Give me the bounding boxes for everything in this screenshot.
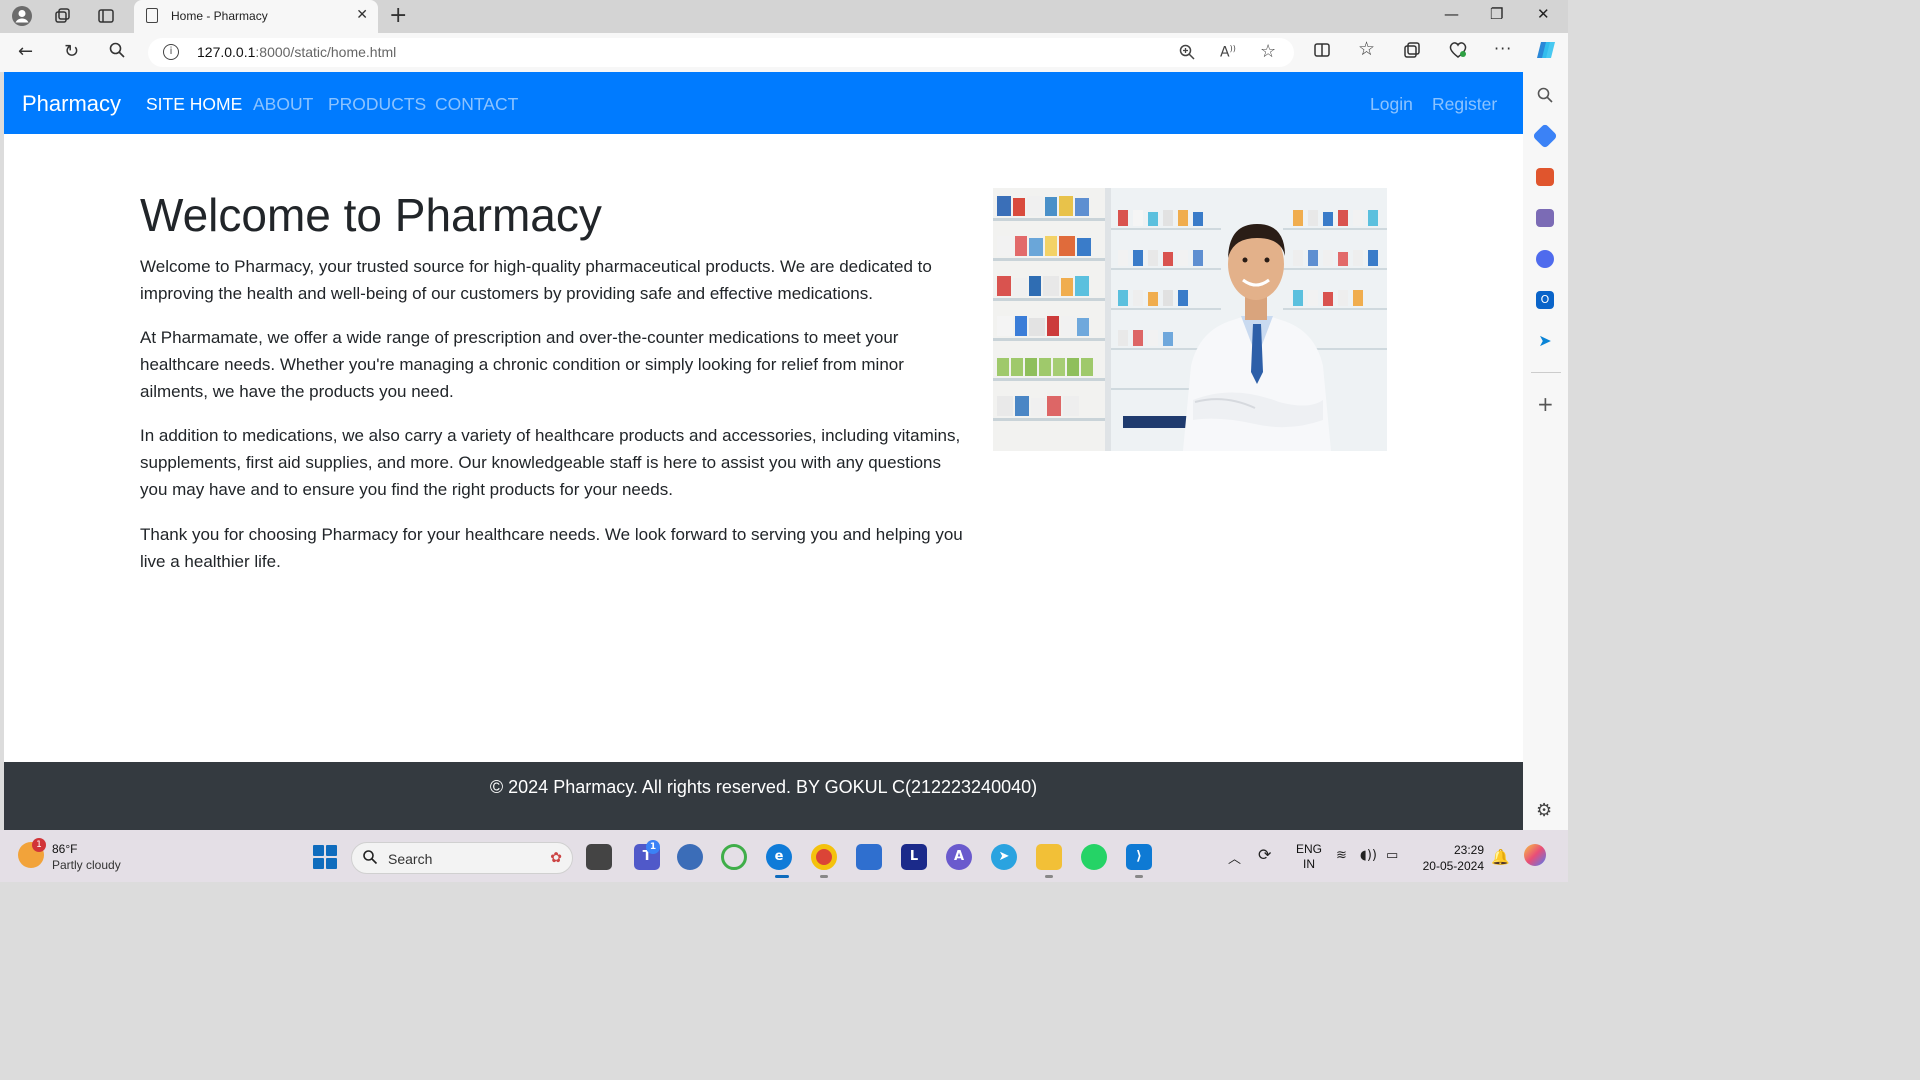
telegram-icon[interactable]: ➤: [991, 844, 1017, 870]
search-icon[interactable]: [108, 41, 126, 64]
region-code: IN: [1303, 857, 1315, 871]
address-bar[interactable]: i 127.0.0.1:8000/static/home.html A)) ☆: [148, 38, 1294, 67]
new-tab-icon[interactable]: +: [389, 3, 407, 28]
nav-link-about[interactable]: ABOUT: [253, 94, 313, 115]
explorer-running-indicator: [1045, 875, 1053, 878]
search-highlight-icon: ✿: [550, 850, 562, 866]
workspaces-icon[interactable]: [51, 5, 75, 27]
url-text[interactable]: 127.0.0.1:8000/static/home.html: [197, 44, 396, 60]
sidebar-settings-icon[interactable]: ⚙: [1536, 800, 1552, 821]
browser-essentials-icon[interactable]: [1448, 41, 1468, 63]
notification-bell-icon[interactable]: 🔔: [1491, 848, 1510, 866]
windows-logo-pane: [326, 858, 337, 869]
taskbar-search-placeholder: Search: [388, 851, 433, 867]
collections-icon[interactable]: [1403, 41, 1421, 63]
teams-badge: 1: [646, 840, 660, 854]
favorite-star-icon[interactable]: ☆: [1260, 41, 1276, 62]
battery-icon[interactable]: ▭: [1386, 848, 1398, 863]
clock[interactable]: 23:29 20-05-2024: [1418, 842, 1484, 874]
weather-temperature: 86°F: [52, 842, 78, 856]
windows-logo-pane: [313, 858, 324, 869]
windows-logo-pane: [313, 845, 324, 856]
start-button[interactable]: [313, 845, 337, 869]
microsoft-365-icon[interactable]: [1536, 250, 1554, 268]
edge-active-indicator: [775, 875, 789, 878]
page-icon: [146, 8, 158, 23]
split-screen-icon[interactable]: [1313, 41, 1331, 63]
sidebar-search-icon[interactable]: [1536, 86, 1554, 104]
nav-link-products[interactable]: PRODUCTS: [328, 94, 426, 115]
globe-app-icon[interactable]: [677, 844, 703, 870]
language-code: ENG: [1296, 842, 1323, 856]
clock-time: 23:29: [1453, 843, 1484, 857]
pharmacist-photo: [993, 188, 1387, 451]
wifi-icon[interactable]: ≋: [1336, 848, 1347, 863]
outlook-icon[interactable]: O: [1536, 291, 1554, 309]
whatsapp-icon[interactable]: [1081, 844, 1107, 870]
weather-notification-badge: 1: [32, 838, 46, 852]
page-viewport: Pharmacy SITE HOME ABOUT PRODUCTS CONTAC…: [4, 72, 1523, 830]
edge-sidebar: O ➤ + ⚙: [1523, 72, 1568, 830]
vertical-tabs-icon[interactable]: [94, 5, 118, 27]
windows-logo-pane: [326, 845, 337, 856]
clock-date: 20-05-2024: [1422, 859, 1484, 873]
register-link[interactable]: Register: [1432, 94, 1497, 115]
site-info-icon[interactable]: i: [163, 44, 179, 60]
file-explorer-icon[interactable]: [1036, 844, 1062, 870]
tab-home-pharmacy[interactable]: Home - Pharmacy ✕: [134, 0, 378, 33]
vscode-icon[interactable]: ⟩: [1126, 844, 1152, 870]
task-view-icon[interactable]: [586, 844, 612, 870]
intro-paragraph: Welcome to Pharmacy, your trusted source…: [140, 257, 932, 303]
thank-you-paragraph: Thank you for choosing Pharmacy for your…: [140, 525, 963, 571]
games-icon[interactable]: [1536, 209, 1554, 227]
vscode-running-indicator: [1135, 875, 1143, 878]
restore-icon[interactable]: ❐: [1490, 5, 1503, 23]
more-options-icon[interactable]: ···: [1494, 39, 1512, 58]
profile-icon[interactable]: [10, 5, 34, 27]
taskbar-search[interactable]: Search ✿: [351, 842, 573, 874]
arc-app-icon[interactable]: A: [946, 844, 972, 870]
sync-app-icon[interactable]: [721, 844, 747, 870]
sidebar-divider: [1531, 372, 1561, 373]
nav-link-contact[interactable]: CONTACT: [435, 94, 518, 115]
windows-taskbar: 1 86°F Partly cloudy Search ✿ T 1 e L A …: [0, 830, 1568, 882]
medications-paragraph: At Pharmamate, we offer a wide range of …: [140, 328, 904, 401]
weather-condition: Partly cloudy: [52, 858, 121, 872]
minimize-icon[interactable]: —: [1444, 5, 1459, 23]
tools-briefcase-icon[interactable]: [1536, 168, 1554, 186]
volume-icon[interactable]: ◖)): [1360, 848, 1377, 863]
input-language[interactable]: ENG IN: [1296, 842, 1322, 872]
zoom-icon[interactable]: [1178, 43, 1196, 65]
read-aloud-icon[interactable]: A)): [1220, 44, 1236, 61]
tab-title: Home - Pharmacy: [171, 9, 268, 23]
page-title: Welcome to Pharmacy: [140, 189, 602, 241]
footer-copyright: © 2024 Pharmacy. All rights reserved. BY…: [489, 777, 1038, 797]
copilot-icon[interactable]: [1535, 39, 1557, 65]
taskbar-search-icon: [362, 849, 378, 869]
favorites-icon[interactable]: ☆: [1358, 38, 1375, 60]
site-navbar: Pharmacy SITE HOME ABOUT PRODUCTS CONTAC…: [4, 72, 1523, 134]
chrome-icon[interactable]: [811, 844, 837, 870]
login-link[interactable]: Login: [1370, 94, 1413, 115]
nav-link-site-home[interactable]: SITE HOME: [146, 94, 242, 115]
add-sidebar-app-icon[interactable]: +: [1537, 392, 1554, 416]
send-icon[interactable]: ➤: [1536, 332, 1554, 350]
sync-tray-icon[interactable]: ⟳: [1258, 845, 1271, 864]
microsoft-store-icon[interactable]: [856, 844, 882, 870]
close-tab-icon[interactable]: ✕: [356, 7, 368, 23]
window-close-icon[interactable]: ✕: [1537, 5, 1550, 23]
show-hidden-icons-chevron[interactable]: ︿: [1228, 848, 1241, 867]
chrome-running-indicator: [820, 875, 828, 878]
refresh-icon[interactable]: ↻: [64, 41, 79, 62]
navbar-brand[interactable]: Pharmacy: [22, 91, 121, 117]
address-toolbar: ← ↻ i 127.0.0.1:8000/static/home.html A)…: [0, 33, 1568, 72]
l-app-icon[interactable]: L: [901, 844, 927, 870]
products-paragraph: In addition to medications, we also carr…: [140, 426, 961, 499]
copilot-taskbar-icon[interactable]: [1524, 844, 1546, 866]
browser-tab-bar: Home - Pharmacy ✕ + — ❐ ✕: [0, 0, 1568, 33]
back-icon[interactable]: ←: [18, 41, 33, 62]
site-footer: © 2024 Pharmacy. All rights reserved. BY…: [4, 762, 1523, 830]
shopping-tag-icon[interactable]: [1532, 123, 1558, 149]
edge-icon[interactable]: e: [766, 844, 792, 870]
